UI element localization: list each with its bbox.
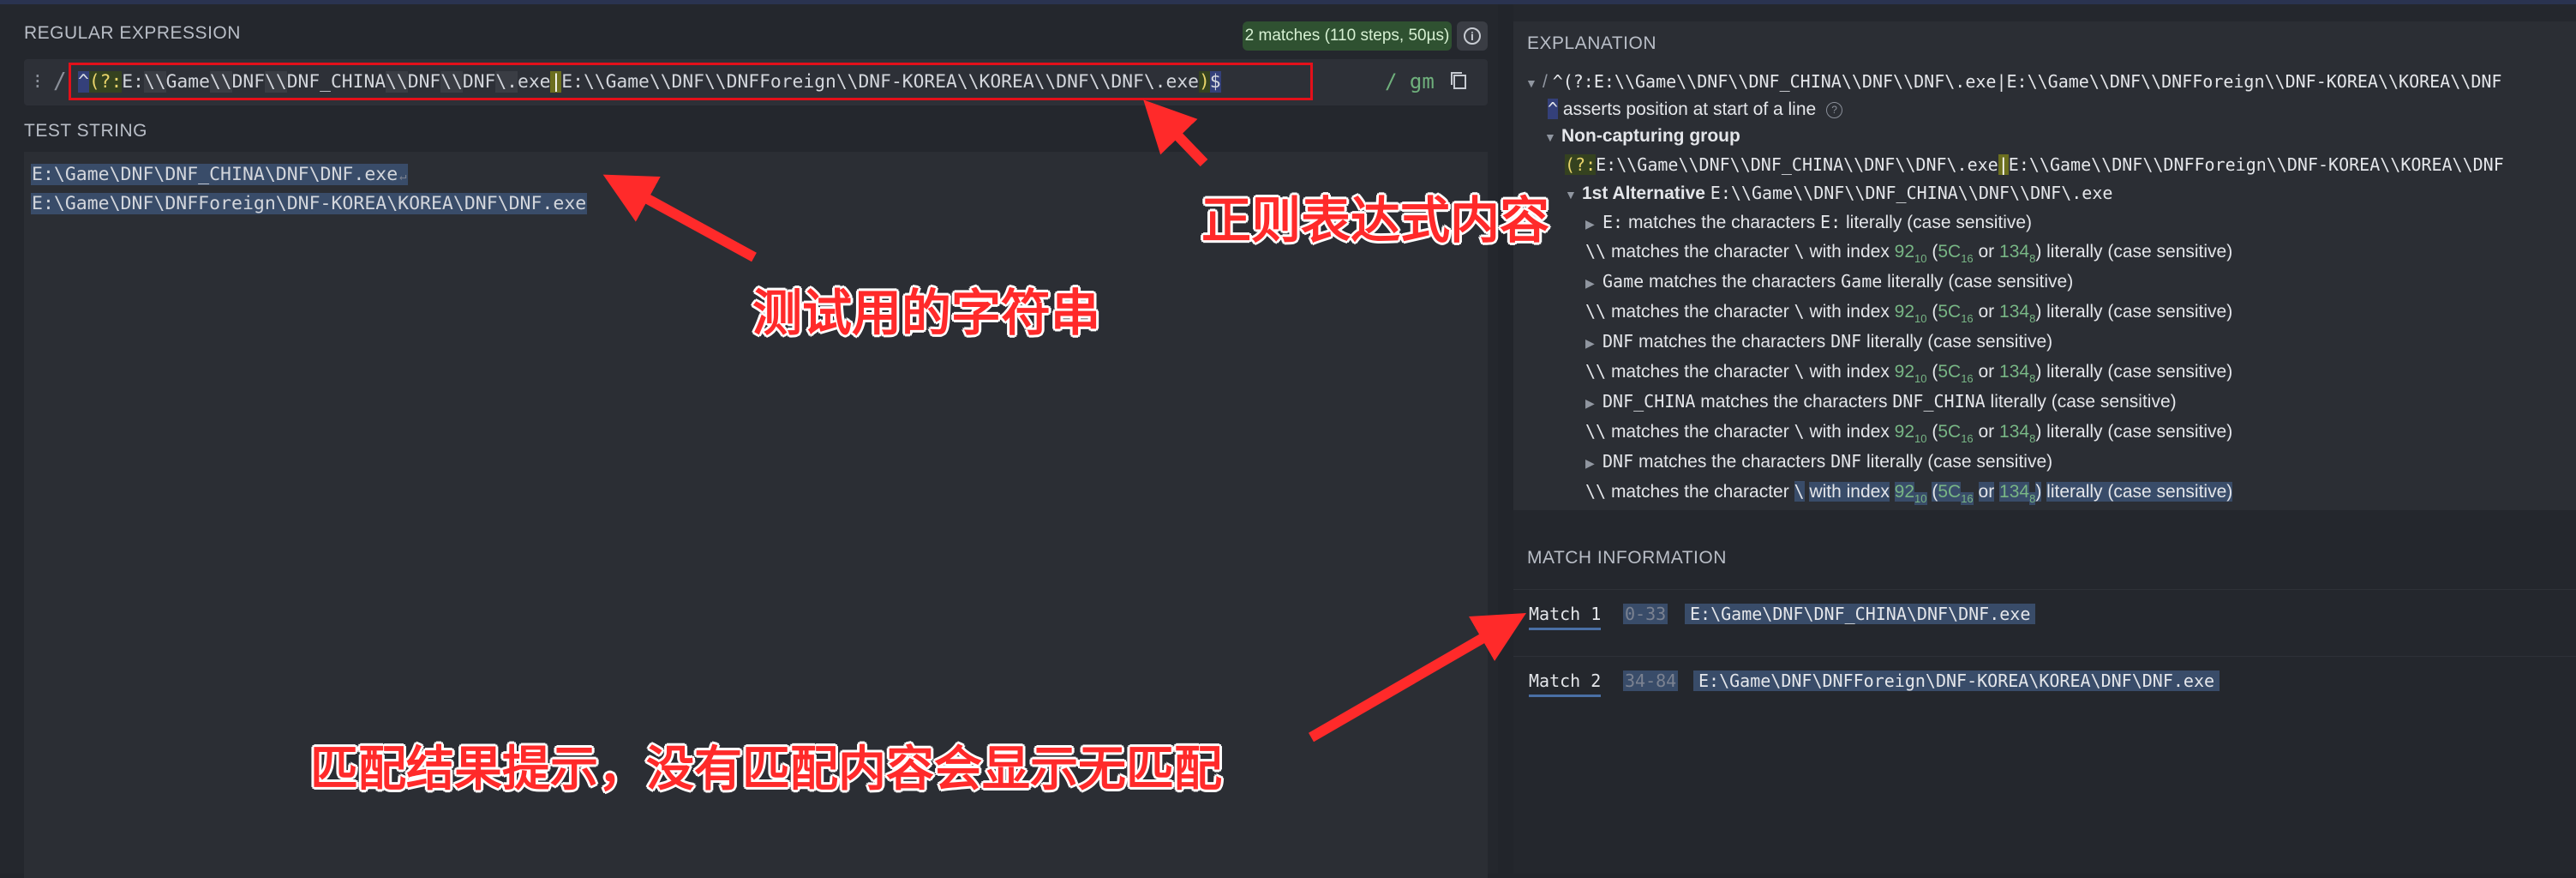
regex-annotation-arrow [1143,99,1208,167]
test-string-annotation: 测试用的字符串 [752,284,1101,342]
match-annotation: 匹配结果提示，没有匹配内容会显示无匹配 [310,742,1222,797]
regex-annotation: 正则表达式内容 [1201,191,1550,250]
match-annotation-arrow [1308,612,1526,743]
test-annotation-arrow [602,174,757,262]
